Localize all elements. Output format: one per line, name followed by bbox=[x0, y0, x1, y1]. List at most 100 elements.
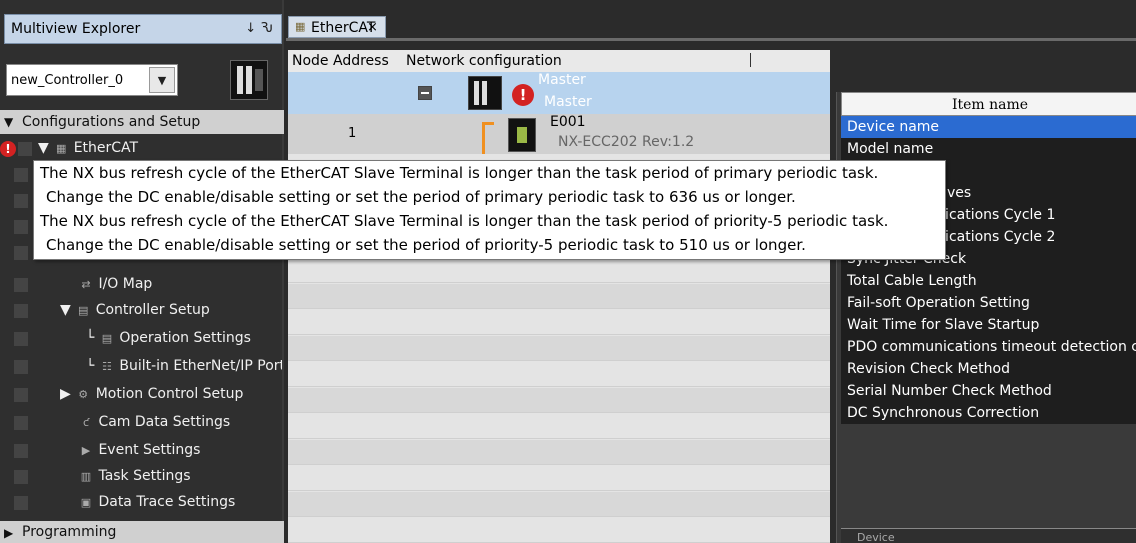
property-label: DC Synchronous Correction bbox=[847, 405, 1040, 421]
properties-description-pane: Device bbox=[841, 528, 1136, 543]
master-name: Master bbox=[538, 72, 586, 88]
collapse-arrow-icon[interactable]: ▼ bbox=[4, 115, 13, 129]
section-label: Programming bbox=[22, 524, 117, 540]
multiview-explorer-panel: Multiview Explorer ↓ Ԅ new_Controller_0 … bbox=[0, 0, 284, 543]
property-revision-check-method[interactable]: Revision Check Method bbox=[841, 358, 1136, 380]
controller-select-value: new_Controller_0 bbox=[11, 73, 124, 88]
error-tooltip: The NX bus refresh cycle of the EtherCAT… bbox=[33, 160, 946, 260]
property-model-name[interactable]: Model name bbox=[841, 138, 1136, 160]
controller-select[interactable]: new_Controller_0 ▼ bbox=[6, 64, 178, 96]
tooltip-message: Change the DC enable/disable setting or … bbox=[46, 236, 806, 254]
tree-item-motion-control-setup[interactable]: ▶ ⚙ Motion Control Setup bbox=[0, 382, 284, 408]
tree-item-operation-settings[interactable]: └ ▤ Operation Settings bbox=[0, 326, 284, 352]
tree-item-cam-data-settings[interactable]: ƈ Cam Data Settings bbox=[0, 410, 284, 436]
property-device-name[interactable]: Device name bbox=[841, 116, 1136, 138]
property-label: PDO communications timeout detection cou… bbox=[847, 339, 1136, 355]
property-total-cable-length[interactable]: Total Cable Length bbox=[841, 270, 1136, 292]
property-serial-number-check[interactable]: Serial Number Check Method bbox=[841, 380, 1136, 402]
slave-device-icon bbox=[508, 118, 536, 152]
slave-model: NX-ECC202 Rev:1.2 bbox=[558, 134, 695, 150]
grid-header: Node Address Network configuration bbox=[288, 50, 830, 72]
tooltip-message: The NX bus refresh cycle of the EtherCAT… bbox=[40, 164, 879, 182]
tree-item-label: Event Settings bbox=[98, 442, 201, 458]
chevron-down-icon[interactable]: ▼ bbox=[149, 67, 175, 93]
description-label: Device bbox=[857, 531, 895, 543]
network-configuration-grid: Node Address Network configuration ! Mas… bbox=[288, 50, 830, 543]
gear-icon: ⚙ bbox=[78, 388, 89, 401]
tree-item-task-settings[interactable]: ▥ Task Settings bbox=[0, 464, 284, 490]
slave-row[interactable]: 1 E001 NX-ECC202 Rev:1.2 bbox=[288, 114, 830, 154]
tree-item-label: I/O Map bbox=[98, 276, 153, 292]
tree-item-label: Data Trace Settings bbox=[98, 494, 236, 510]
tree-item-label: Controller Setup bbox=[95, 302, 210, 318]
tree-item-controller-setup[interactable]: ▼ ▤ Controller Setup bbox=[0, 298, 284, 324]
tooltip-message: Change the DC enable/disable setting or … bbox=[46, 188, 796, 206]
tree-item-ethercat[interactable]: ! ▼ ▦ EtherCAT bbox=[0, 136, 284, 162]
tab-underline bbox=[286, 38, 1136, 41]
slave-name: E001 bbox=[550, 114, 586, 130]
tab-ethercat[interactable]: ▦ EtherCAT × bbox=[288, 16, 386, 38]
property-label: Device name bbox=[847, 119, 940, 135]
collapse-icon[interactable] bbox=[418, 86, 432, 100]
property-fail-soft-operation[interactable]: Fail-soft Operation Setting bbox=[841, 292, 1136, 314]
io-map-icon: ⇄ bbox=[81, 278, 91, 291]
master-device-icon bbox=[468, 76, 502, 110]
tree-item-label: Cam Data Settings bbox=[98, 414, 231, 430]
ethercat-icon: ▦ bbox=[295, 20, 306, 33]
property-label: Total Cable Length bbox=[847, 273, 977, 289]
tree-connector: └ bbox=[86, 330, 95, 346]
tree-item-label: Built-in EtherNet/IP Port Settings bbox=[119, 358, 282, 374]
explorer-title: Multiview Explorer bbox=[11, 21, 141, 37]
master-label: Master bbox=[544, 94, 592, 110]
controller-setup-icon: ▤ bbox=[78, 304, 89, 317]
pin-icon[interactable]: ↓ Ԅ bbox=[245, 21, 273, 36]
tree-item-label: Operation Settings bbox=[119, 330, 251, 346]
tree-item-marker bbox=[18, 142, 32, 156]
node-address: 1 bbox=[348, 126, 357, 141]
expand-arrow-icon[interactable]: ▶ bbox=[4, 526, 13, 540]
tree-item-label: Motion Control Setup bbox=[95, 386, 244, 402]
expand-arrow-icon[interactable]: ▼ bbox=[60, 302, 71, 318]
section-label: Configurations and Setup bbox=[22, 114, 201, 130]
properties-header: Item name bbox=[841, 92, 1136, 116]
column-header-item-name: Item name bbox=[951, 97, 1029, 113]
property-dc-synchronous-correction[interactable]: DC Synchronous Correction bbox=[841, 402, 1136, 424]
property-label: Revision Check Method bbox=[847, 361, 1010, 377]
task-icon: ▥ bbox=[80, 470, 92, 483]
error-icon: ! bbox=[0, 141, 16, 157]
tree-item-event-settings[interactable]: ▶ Event Settings bbox=[0, 438, 284, 464]
section-programming[interactable]: ▶ Programming bbox=[0, 521, 284, 543]
property-label: Model name bbox=[847, 141, 934, 157]
trace-icon: ▣ bbox=[80, 496, 92, 509]
property-label: Wait Time for Slave Startup bbox=[847, 317, 1040, 333]
tree-item-label: Task Settings bbox=[98, 468, 191, 484]
close-icon[interactable]: × bbox=[367, 20, 378, 35]
column-header-network-configuration: Network configuration bbox=[406, 53, 562, 69]
tree-item-io-map[interactable]: ⇄ I/O Map bbox=[0, 272, 284, 298]
network-icon: ☷ bbox=[101, 360, 112, 373]
property-pdo-timeout-detection[interactable]: PDO communications timeout detection cou… bbox=[841, 336, 1136, 358]
controller-device-icon bbox=[230, 60, 268, 100]
master-row[interactable]: ! Master Master bbox=[288, 72, 830, 114]
explorer-title-bar: Multiview Explorer ↓ Ԅ bbox=[4, 14, 282, 44]
expand-arrow-icon[interactable]: ▶ bbox=[60, 386, 71, 402]
error-icon: ! bbox=[512, 84, 534, 106]
property-label: Serial Number Check Method bbox=[847, 383, 1052, 399]
tree-connector: └ bbox=[86, 358, 95, 374]
flag-icon: ▶ bbox=[81, 444, 91, 457]
tree-item-data-trace-settings[interactable]: ▣ Data Trace Settings bbox=[0, 490, 284, 516]
property-wait-time-slave-startup[interactable]: Wait Time for Slave Startup bbox=[841, 314, 1136, 336]
connection-line bbox=[482, 122, 494, 154]
tree-item-label: EtherCAT bbox=[73, 140, 139, 156]
property-label: Fail-soft Operation Setting bbox=[847, 295, 1030, 311]
ethercat-icon: ▦ bbox=[56, 142, 67, 155]
expand-arrow-icon[interactable]: ▼ bbox=[38, 140, 49, 156]
column-header-node-address: Node Address bbox=[292, 53, 389, 69]
tree-item-builtin-ethernetip[interactable]: └ ☷ Built-in EtherNet/IP Port Settings bbox=[0, 354, 284, 380]
tooltip-message: The NX bus refresh cycle of the EtherCAT… bbox=[40, 212, 889, 230]
operation-settings-icon: ▤ bbox=[101, 332, 113, 345]
tab-label: EtherCAT bbox=[311, 20, 376, 36]
section-configurations-and-setup[interactable]: ▼ Configurations and Setup bbox=[0, 110, 284, 134]
column-separator bbox=[750, 53, 751, 67]
cam-icon: ƈ bbox=[82, 416, 90, 429]
